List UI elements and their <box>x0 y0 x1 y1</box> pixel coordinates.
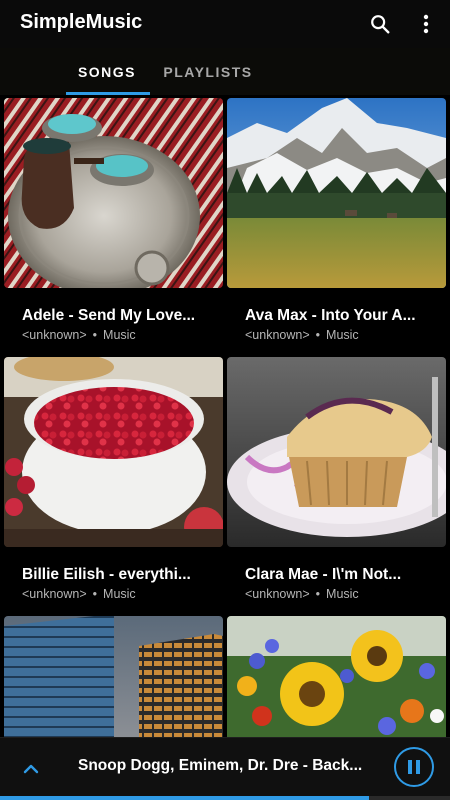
search-button[interactable] <box>364 8 396 40</box>
more-vert-icon <box>423 14 429 34</box>
expand-player-button[interactable] <box>16 754 46 784</box>
song-meta: <unknown> • Music <box>245 328 359 342</box>
song-album: Music <box>103 587 136 601</box>
song-title: Ava Max - Into Your A... <box>245 307 416 324</box>
raspberries-artwork <box>4 357 223 547</box>
song-album: Music <box>103 328 136 342</box>
app-title: SimpleMusic <box>20 11 143 33</box>
song-album: Music <box>326 587 359 601</box>
meta-separator: • <box>92 328 98 342</box>
song-artist: <unknown> <box>245 328 310 342</box>
song-title: Adele - Send My Love... <box>22 307 196 324</box>
more-options-button[interactable] <box>410 8 442 40</box>
buildings-artwork <box>4 616 223 737</box>
flowers-artwork <box>227 616 446 737</box>
now-playing-title: Snoop Dogg, Eminem, Dr. Dre - Back... <box>78 757 363 774</box>
tab-playlists[interactable]: PLAYLISTS <box>156 48 260 95</box>
playback-progress[interactable] <box>0 796 450 800</box>
chevron-up-icon <box>23 764 39 774</box>
turkish-coffee-artwork <box>4 98 223 288</box>
pause-icon <box>408 760 420 774</box>
search-icon <box>371 15 390 34</box>
now-playing-bar[interactable]: Snoop Dogg, Eminem, Dr. Dre - Back... <box>0 737 450 800</box>
muffin-artwork <box>227 357 446 547</box>
song-meta: <unknown> • Music <box>22 587 136 601</box>
tab-bar: SONGS PLAYLISTS <box>0 48 450 95</box>
pause-button[interactable] <box>394 747 434 787</box>
song-artist: <unknown> <box>245 587 310 601</box>
app-bar: SimpleMusic <box>0 0 450 48</box>
song-meta: <unknown> • Music <box>245 587 359 601</box>
song-title: Clara Mae - I\'m Not... <box>245 566 402 583</box>
song-artist: <unknown> <box>22 328 87 342</box>
songs-grid[interactable]: Adele - Send My Love... <unknown> • Music <box>0 95 450 737</box>
meta-separator: • <box>315 328 321 342</box>
meta-separator: • <box>92 587 98 601</box>
playback-progress-fill <box>0 796 369 800</box>
song-album: Music <box>326 328 359 342</box>
tab-songs[interactable]: SONGS <box>64 48 150 95</box>
song-title: Billie Eilish - everythi... <box>22 566 191 583</box>
mountain-meadow-artwork <box>227 98 446 288</box>
meta-separator: • <box>315 587 321 601</box>
song-artist: <unknown> <box>22 587 87 601</box>
song-meta: <unknown> • Music <box>22 328 136 342</box>
